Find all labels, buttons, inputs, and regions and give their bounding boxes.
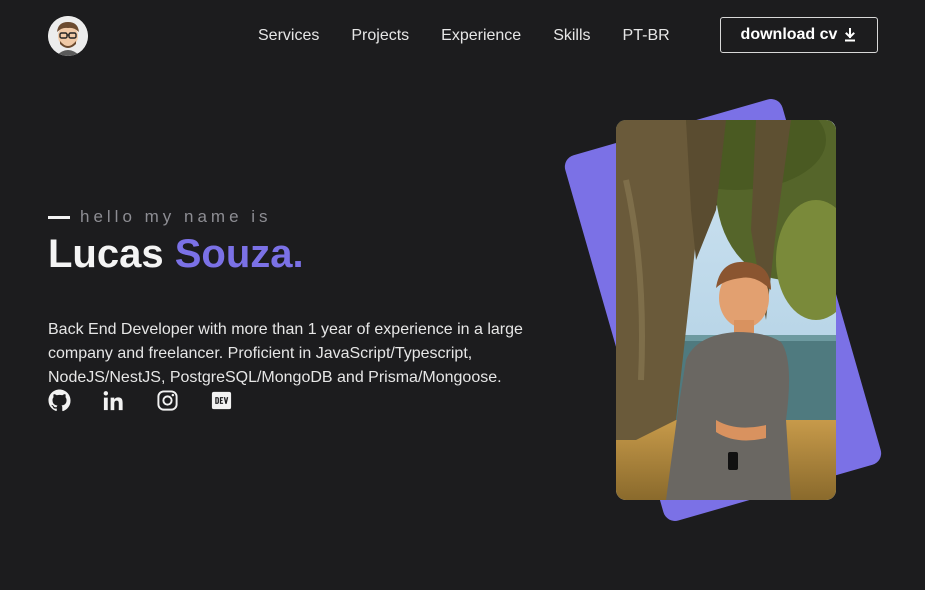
avatar-icon: [48, 16, 88, 56]
greeting: hello my name is: [48, 207, 272, 227]
greeting-dash: [48, 215, 70, 219]
download-icon: [845, 28, 856, 42]
main-nav: Services Projects Experience Skills PT-B…: [258, 25, 670, 47]
first-name: Lucas: [48, 232, 164, 276]
profile-photo: [616, 120, 836, 500]
hero-name: Lucas Souza.: [48, 230, 304, 278]
greeting-text: hello my name is: [80, 207, 272, 226]
download-cv-label: download cv: [740, 26, 838, 43]
social-links: [48, 389, 233, 412]
nav-experience[interactable]: Experience: [441, 25, 521, 47]
nav-language-toggle[interactable]: PT-BR: [623, 25, 670, 47]
page: Services Projects Experience Skills PT-B…: [0, 0, 925, 590]
nav-projects[interactable]: Projects: [351, 25, 409, 47]
nav-services[interactable]: Services: [258, 25, 319, 47]
nav-skills[interactable]: Skills: [553, 25, 590, 47]
bio-text: Back End Developer with more than 1 year…: [48, 321, 523, 386]
avatar-logo[interactable]: [48, 16, 88, 56]
github-icon[interactable]: [48, 389, 71, 412]
dev-to-icon[interactable]: [210, 389, 233, 412]
last-name: Souza.: [174, 232, 304, 276]
linkedin-icon[interactable]: [102, 389, 125, 412]
instagram-icon[interactable]: [156, 389, 179, 412]
download-cv-button[interactable]: download cv: [720, 17, 878, 53]
